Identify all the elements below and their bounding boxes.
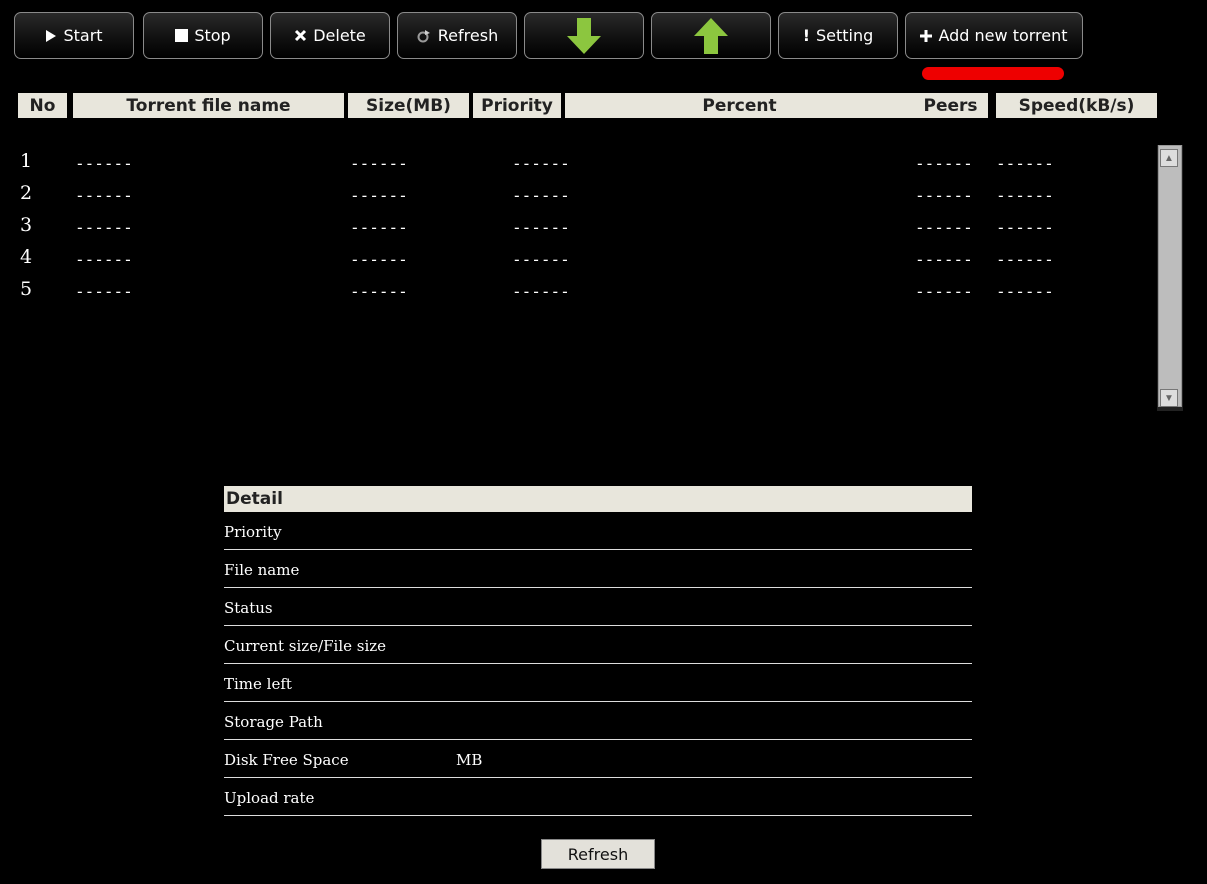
plus-icon	[920, 29, 933, 42]
row-name: ------	[75, 186, 133, 205]
col-peers: Peers	[913, 93, 988, 118]
detail-label: Time left	[224, 675, 292, 693]
start-button[interactable]: Start	[14, 12, 134, 59]
stop-button[interactable]: Stop	[143, 12, 263, 59]
row-name: ------	[75, 154, 133, 173]
row-peers: ------	[915, 186, 973, 205]
table-row[interactable]: 3 ------ ------ ------ ------ ------	[0, 214, 1160, 246]
detail-label: Upload rate	[224, 789, 315, 807]
row-size: ------	[350, 154, 408, 173]
row-speed: ------	[996, 250, 1054, 269]
scroll-up-icon[interactable]: ▲	[1160, 149, 1178, 167]
table-row[interactable]: 4 ------ ------ ------ ------ ------	[0, 246, 1160, 278]
row-peers: ------	[915, 154, 973, 173]
detail-row: File name	[224, 550, 972, 588]
row-priority: ------	[512, 154, 570, 173]
detail-row: Storage Path	[224, 702, 972, 740]
detail-label: Storage Path	[224, 713, 323, 731]
scroll-down-icon[interactable]: ▼	[1160, 389, 1178, 407]
detail-row: Time left	[224, 664, 972, 702]
table-row[interactable]: 1 ------ ------ ------ ------ ------	[0, 150, 1160, 182]
highlight-mark	[922, 67, 1064, 80]
move-up-button[interactable]	[651, 12, 771, 59]
row-priority: ------	[512, 282, 570, 301]
stop-label: Stop	[194, 26, 231, 45]
col-priority: Priority	[473, 93, 561, 118]
detail-label: Priority	[224, 523, 282, 541]
row-size: ------	[350, 282, 408, 301]
row-number: 3	[20, 214, 33, 236]
add-torrent-label: Add new torrent	[938, 26, 1068, 45]
row-number: 1	[20, 150, 33, 172]
col-name: Torrent file name	[73, 93, 344, 118]
row-peers: ------	[915, 218, 973, 237]
detail-row: Priority	[224, 512, 972, 550]
row-size: ------	[350, 250, 408, 269]
move-down-button[interactable]	[524, 12, 644, 59]
setting-label: Setting	[816, 26, 874, 45]
detail-panel: Detail Priority File name Status Current…	[224, 486, 972, 816]
exclamation-icon: !	[802, 26, 810, 45]
delete-button[interactable]: Delete	[270, 12, 390, 59]
scrollbar-thumb[interactable]	[1158, 145, 1182, 407]
detail-row: Current size/File size	[224, 626, 972, 664]
row-speed: ------	[996, 186, 1054, 205]
refresh-toolbar-label: Refresh	[437, 26, 499, 45]
row-number: 5	[20, 278, 33, 300]
detail-title: Detail	[224, 486, 972, 512]
col-no: No	[18, 93, 67, 118]
arrow-down-icon	[562, 16, 606, 56]
col-size: Size(MB)	[348, 93, 469, 118]
row-number: 4	[20, 246, 33, 268]
refresh-toolbar-button[interactable]: Refresh	[397, 12, 517, 59]
detail-row: Disk Free Space MB	[224, 740, 972, 778]
close-icon	[294, 29, 307, 42]
row-priority: ------	[512, 186, 570, 205]
play-icon	[45, 29, 57, 43]
col-speed: Speed(kB/s)	[996, 93, 1157, 118]
refresh-icon	[416, 29, 432, 43]
detail-row: Upload rate	[224, 778, 972, 816]
row-speed: ------	[996, 154, 1054, 173]
detail-label: Status	[224, 599, 273, 617]
detail-label: Current size/File size	[224, 637, 387, 655]
col-percent: Percent	[565, 93, 914, 118]
table-row[interactable]: 2 ------ ------ ------ ------ ------	[0, 182, 1160, 214]
table-row[interactable]: 5 ------ ------ ------ ------ ------	[0, 278, 1160, 310]
row-number: 2	[20, 182, 33, 204]
detail-row: Status	[224, 588, 972, 626]
start-label: Start	[63, 26, 103, 45]
row-name: ------	[75, 218, 133, 237]
stop-icon	[175, 29, 189, 42]
setting-button[interactable]: ! Setting	[778, 12, 898, 59]
row-peers: ------	[915, 250, 973, 269]
arrow-up-icon	[689, 16, 733, 56]
detail-label: File name	[224, 561, 300, 579]
row-size: ------	[350, 218, 408, 237]
row-name: ------	[75, 250, 133, 269]
row-priority: ------	[512, 250, 570, 269]
row-name: ------	[75, 282, 133, 301]
row-speed: ------	[996, 282, 1054, 301]
detail-value: MB	[456, 751, 483, 769]
refresh-button[interactable]: Refresh	[541, 839, 655, 869]
row-priority: ------	[512, 218, 570, 237]
row-speed: ------	[996, 218, 1054, 237]
delete-label: Delete	[313, 26, 366, 45]
add-torrent-button[interactable]: Add new torrent	[905, 12, 1083, 59]
detail-label: Disk Free Space	[224, 751, 349, 769]
row-peers: ------	[915, 282, 973, 301]
list-scrollbar[interactable]: ▲ ▼	[1157, 145, 1183, 411]
row-size: ------	[350, 186, 408, 205]
